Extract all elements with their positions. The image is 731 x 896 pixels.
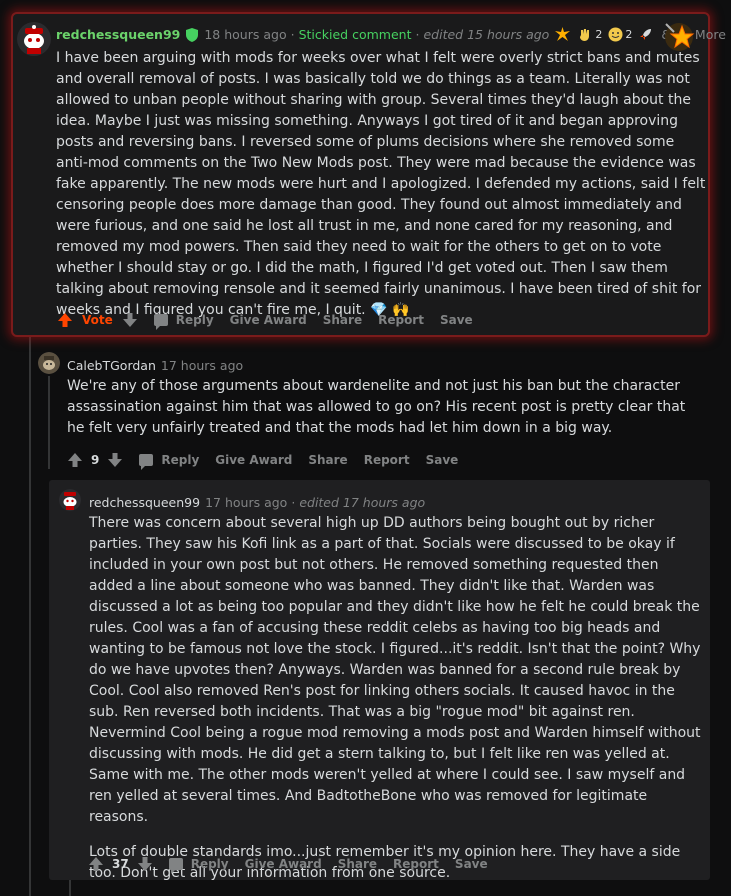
thread-line[interactable]	[48, 376, 50, 469]
author-name[interactable]: redchessqueen99	[89, 495, 200, 510]
give-award-button[interactable]: Give Award	[230, 313, 307, 327]
share-button[interactable]: Share	[323, 313, 362, 327]
reply-button[interactable]: Reply	[139, 453, 199, 470]
wholesome-award-icon	[608, 27, 623, 42]
comment-actions: Vote Reply Give Award Share Report Save	[57, 312, 489, 330]
award[interactable]	[555, 27, 572, 42]
downvote-arrow-icon	[108, 453, 123, 467]
share-button[interactable]: Share	[308, 453, 347, 467]
score: 9	[91, 453, 100, 467]
report-button[interactable]: Report	[393, 857, 439, 871]
upvote-arrow-icon	[58, 313, 72, 327]
comment-body: I have been arguing with mods for weeks …	[56, 50, 706, 318]
upvote-button[interactable]	[88, 856, 104, 872]
save-button[interactable]: Save	[440, 313, 473, 327]
upvote-button[interactable]	[57, 312, 73, 328]
downvote-button[interactable]	[137, 856, 153, 872]
mod-shield-icon	[186, 27, 199, 42]
comment-meta: CalebTGordan 17 hours ago	[67, 358, 243, 373]
comment-meta: redchessqueen99 17 hours ago · edited 17…	[89, 495, 426, 510]
comment-bubble-icon	[168, 858, 183, 874]
comment-actions: 9 Reply Give Award Share Report Save	[67, 452, 474, 470]
comment-body: We're any of those arguments about warde…	[67, 378, 686, 436]
edited-label: edited 15 hours ago	[423, 27, 550, 42]
thread-line[interactable]	[29, 337, 31, 896]
timestamp[interactable]: 17 hours ago	[161, 358, 243, 373]
next-comment-avatar[interactable]	[84, 888, 94, 896]
comment-meta: redchessqueen99 18 hours ago · Stickied …	[56, 27, 726, 42]
author-name[interactable]: redchessqueen99	[56, 27, 180, 42]
rocket-award-icon	[640, 29, 652, 40]
hand-award-icon	[580, 29, 590, 41]
reply-button[interactable]: Reply	[153, 313, 214, 330]
report-button[interactable]: Report	[378, 313, 424, 327]
save-button[interactable]: Save	[455, 857, 488, 871]
reply-button[interactable]: Reply	[168, 857, 229, 874]
downvote-arrow-icon	[122, 313, 137, 327]
avatar[interactable]	[59, 489, 81, 511]
save-button[interactable]: Save	[426, 453, 459, 467]
downvote-button[interactable]	[122, 312, 138, 328]
stickied-comment: redchessqueen99 18 hours ago · Stickied …	[11, 12, 726, 337]
award[interactable]: 2	[578, 27, 602, 42]
give-award-button[interactable]: Give Award	[215, 453, 292, 467]
edited-label: edited 17 hours ago	[299, 495, 426, 510]
avatar[interactable]	[38, 352, 60, 374]
comment-bubble-icon	[153, 314, 168, 330]
comment-bubble-icon	[139, 454, 154, 470]
give-award-button[interactable]: Give Award	[245, 857, 322, 871]
upvote-button[interactable]	[67, 452, 83, 468]
share-button[interactable]: Share	[338, 857, 377, 871]
score: 37	[112, 857, 129, 871]
snoo-avatar-icon	[38, 352, 60, 374]
comment-body: There was concern about several high up …	[89, 515, 701, 881]
snoo-avatar-icon	[17, 22, 51, 56]
upvote-arrow-icon	[68, 453, 82, 467]
award[interactable]: 2	[608, 27, 632, 42]
author-name[interactable]: CalebTGordan	[67, 358, 156, 373]
downvote-button[interactable]	[107, 452, 123, 468]
upvote-arrow-icon	[89, 857, 103, 871]
award[interactable]	[638, 27, 655, 42]
stickied-label: Stickied comment	[298, 27, 412, 42]
avatar[interactable]	[17, 22, 51, 56]
explosion-award-icon	[555, 27, 571, 41]
timestamp[interactable]: 18 hours ago	[204, 27, 286, 42]
report-button[interactable]: Report	[364, 453, 410, 467]
comment-actions: 37 Reply Give Award Share Report Save	[88, 856, 504, 874]
downvote-arrow-icon	[137, 857, 152, 871]
vote-label: Vote	[82, 313, 113, 327]
snoo-avatar-icon	[59, 489, 81, 511]
timestamp[interactable]: 17 hours ago	[205, 495, 287, 510]
